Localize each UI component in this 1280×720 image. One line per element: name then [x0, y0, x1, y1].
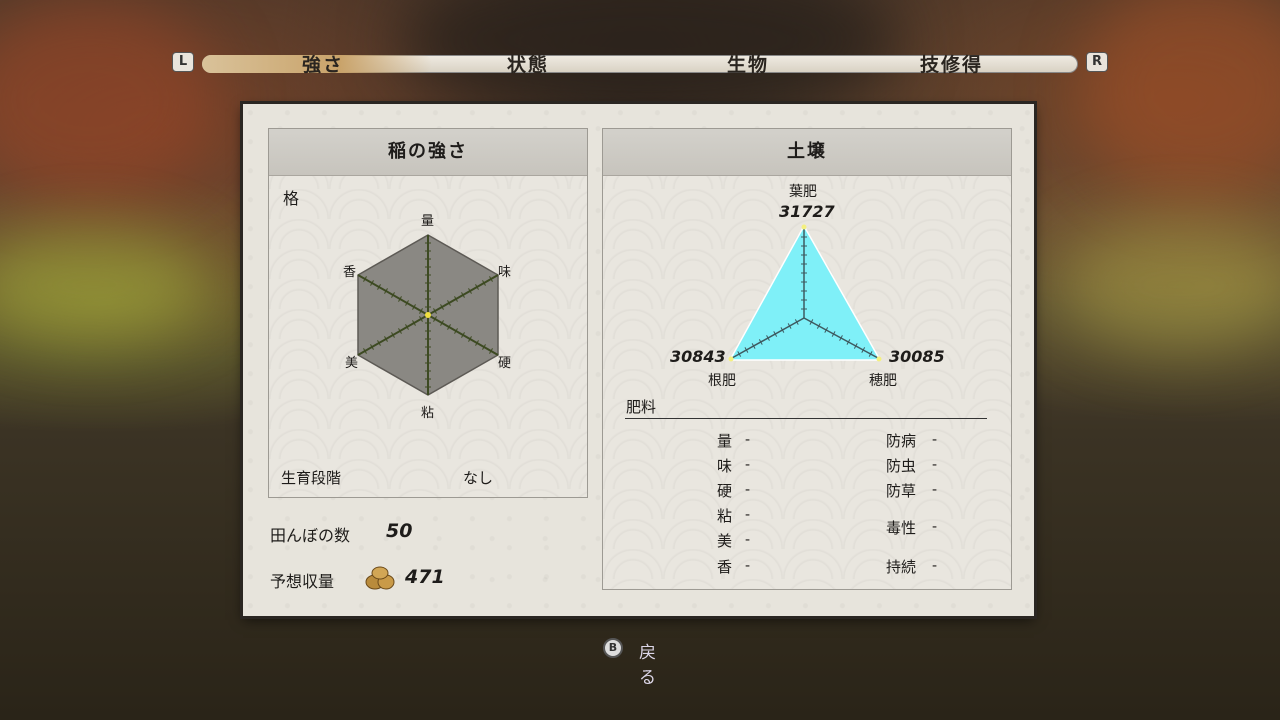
fert-value-duration: -	[932, 556, 938, 574]
rank-label: 格	[283, 189, 300, 208]
leaf-fertilizer-value: 31727	[779, 202, 835, 221]
b-button-icon[interactable]: B	[603, 638, 623, 658]
axis-label-quantity: 量	[421, 214, 435, 229]
root-fertilizer-label: 根肥	[708, 373, 736, 389]
rice-bale-icon	[365, 566, 395, 590]
tab-bar: L 強さ 状態 生物 技修得 R	[172, 50, 1108, 76]
fert-value-quantity: -	[745, 430, 751, 448]
leaf-point	[801, 224, 807, 230]
fert-label-hardness: 硬	[717, 482, 733, 500]
fert-value-aroma: -	[745, 556, 751, 574]
tab-creatures[interactable]: 生物	[727, 50, 769, 77]
fert-label-quantity: 量	[717, 432, 733, 450]
back-label[interactable]: 戻る	[639, 638, 659, 688]
fert-value-disease-prevention: -	[932, 430, 938, 448]
tab-status[interactable]: 状態	[507, 50, 549, 77]
fert-label-pest-prevention: 防虫	[886, 457, 917, 475]
l-shoulder-button-icon[interactable]: L	[172, 52, 194, 72]
fert-value-hardness: -	[745, 480, 751, 498]
fert-label-weed-prevention: 防草	[886, 482, 917, 500]
fert-label-stickiness: 粘	[717, 507, 733, 525]
root-fertilizer-value: 30843	[670, 347, 726, 366]
field-count-value: 50	[386, 520, 413, 542]
axis-label-aroma: 香	[343, 265, 357, 280]
fert-value-taste: -	[745, 455, 751, 473]
yield-label: 予想収量	[270, 572, 335, 591]
fert-label-beauty: 美	[717, 532, 733, 550]
fert-label-taste: 味	[717, 457, 733, 475]
fert-label-duration: 持続	[886, 558, 917, 576]
axis-label-stickiness: 粘	[421, 406, 435, 421]
fert-value-beauty: -	[745, 530, 751, 548]
field-count-label: 田んぼの数	[270, 526, 351, 545]
fertilizer-title: 肥料	[626, 398, 657, 416]
fert-label-toxicity: 毒性	[886, 519, 917, 537]
fert-value-stickiness: -	[745, 505, 751, 523]
root-point	[728, 356, 734, 362]
fert-label-disease-prevention: 防病	[886, 432, 917, 450]
fertilizer-divider	[625, 418, 987, 419]
fert-value-toxicity: -	[932, 517, 938, 535]
rice-strength-radar	[357, 234, 499, 396]
leaf-fertilizer-label: 葉肥	[789, 184, 817, 200]
tab-strength[interactable]: 強さ	[302, 50, 344, 77]
growth-stage-value: なし	[463, 469, 494, 487]
ear-fertilizer-label: 穂肥	[869, 373, 897, 389]
yield-value: 471	[405, 566, 445, 588]
fert-value-weed-prevention: -	[932, 480, 938, 498]
soil-triangle-chart	[728, 224, 882, 362]
fert-label-aroma: 香	[717, 558, 733, 576]
r-shoulder-button-icon[interactable]: R	[1086, 52, 1108, 72]
soil-title: 土壌	[603, 129, 1011, 176]
fert-value-pest-prevention: -	[932, 455, 938, 473]
radar-center-point	[425, 312, 431, 318]
axis-label-beauty: 美	[345, 356, 359, 371]
axis-label-taste: 味	[498, 265, 512, 280]
growth-stage-label: 生育段階	[281, 469, 342, 487]
ear-fertilizer-value: 30085	[889, 347, 945, 366]
ear-point	[876, 356, 882, 362]
tab-skills[interactable]: 技修得	[920, 50, 983, 77]
axis-label-hardness: 硬	[498, 356, 512, 371]
rice-strength-title: 稲の強さ	[269, 129, 587, 176]
